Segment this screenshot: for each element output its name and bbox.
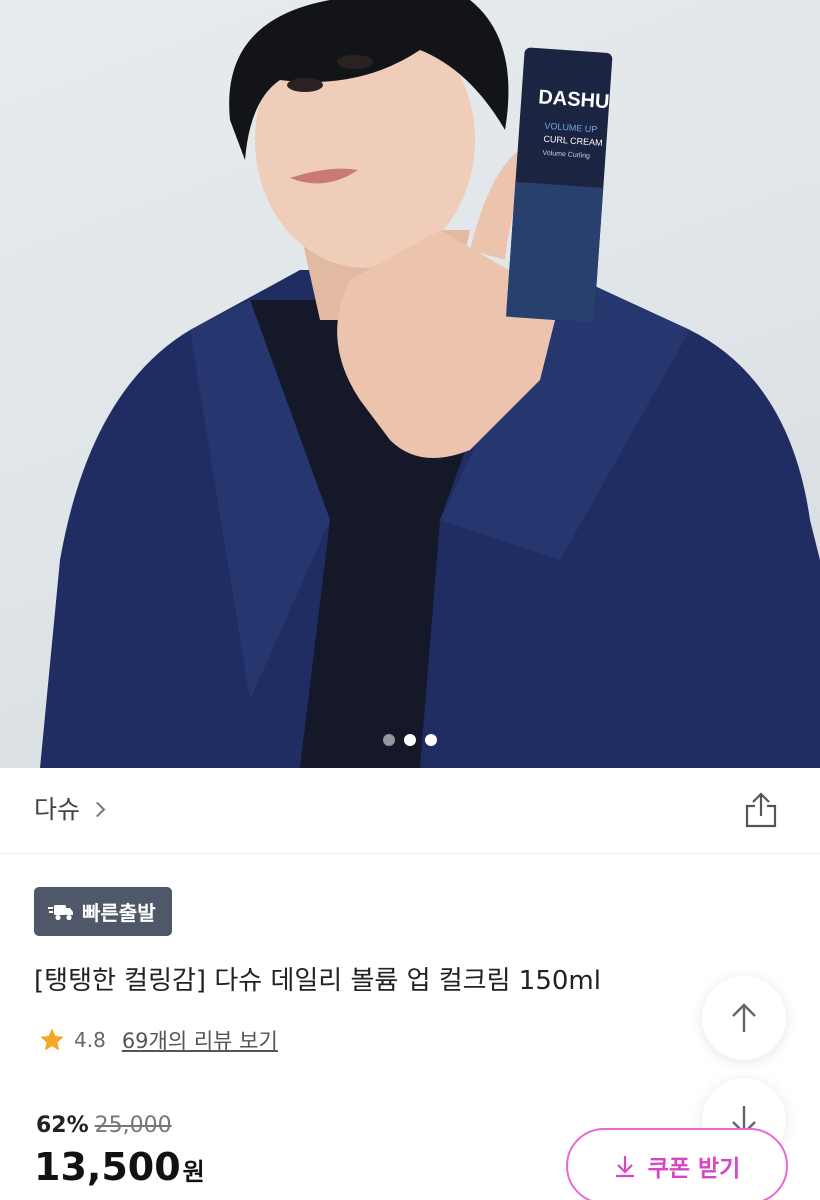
product-image-carousel[interactable]: DASHU VOLUME UP CURL CREAM Volume Curlin… [0,0,820,768]
sale-price: 13,500 [34,1145,181,1189]
get-coupon-button[interactable]: 쿠폰 받기 [566,1128,788,1200]
carousel-dot[interactable] [425,734,437,746]
price-row: 13,500 원 [34,1145,205,1189]
carousel-indicator[interactable] [383,734,437,746]
carousel-dot[interactable] [383,734,395,746]
brand-row: 다슈 [0,768,820,854]
brand-name[interactable]: 다슈 [34,790,80,826]
badge-label: 빠른출발 [82,901,156,925]
currency-unit: 원 [182,1158,205,1186]
arrow-up-icon [732,1003,756,1032]
carousel-dot-active[interactable] [404,734,416,746]
product-title: [탱탱한 컬링감] 다슈 데일리 볼륨 업 컬크림 150ml [34,966,601,996]
discount-row: 62% 25,000 [36,1113,172,1138]
scroll-up-button[interactable] [702,976,786,1060]
product-photo: DASHU VOLUME UP CURL CREAM Volume Curlin… [40,0,820,768]
rating-row: 4.8 69개의 리뷰 보기 [38,1025,278,1055]
discount-rate: 62% [36,1113,89,1138]
download-icon [615,1156,634,1178]
review-link[interactable]: 69개의 리뷰 보기 [122,1025,278,1055]
share-icon[interactable] [744,792,778,828]
rating-value: 4.8 [74,1028,106,1052]
truck-icon [48,904,73,920]
star-icon [40,1028,64,1051]
brand-link[interactable]: 다슈 [34,790,106,826]
fast-shipping-badge: 빠른출발 [34,887,172,936]
chevron-right-icon [89,801,106,817]
coupon-label: 쿠폰 받기 [647,1156,741,1182]
original-price: 25,000 [94,1113,172,1138]
